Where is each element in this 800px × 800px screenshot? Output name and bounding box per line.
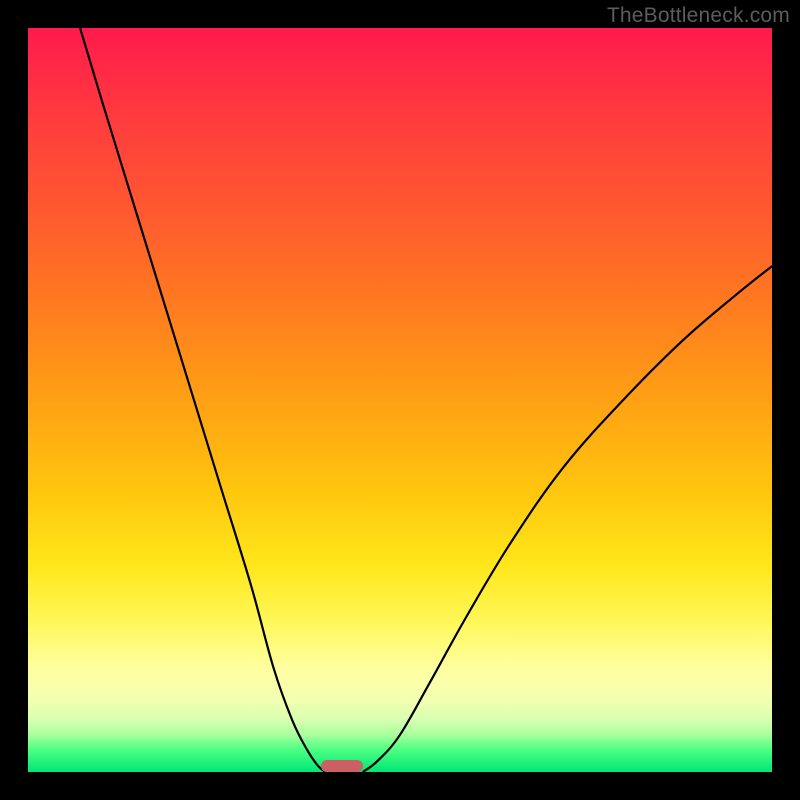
chart-frame: TheBottleneck.com bbox=[0, 0, 800, 800]
curves-svg bbox=[28, 28, 772, 772]
plot-area bbox=[28, 28, 772, 772]
bottleneck-marker bbox=[321, 760, 363, 772]
watermark-text: TheBottleneck.com bbox=[607, 4, 790, 28]
right-curve bbox=[363, 266, 772, 772]
left-curve bbox=[80, 28, 326, 772]
